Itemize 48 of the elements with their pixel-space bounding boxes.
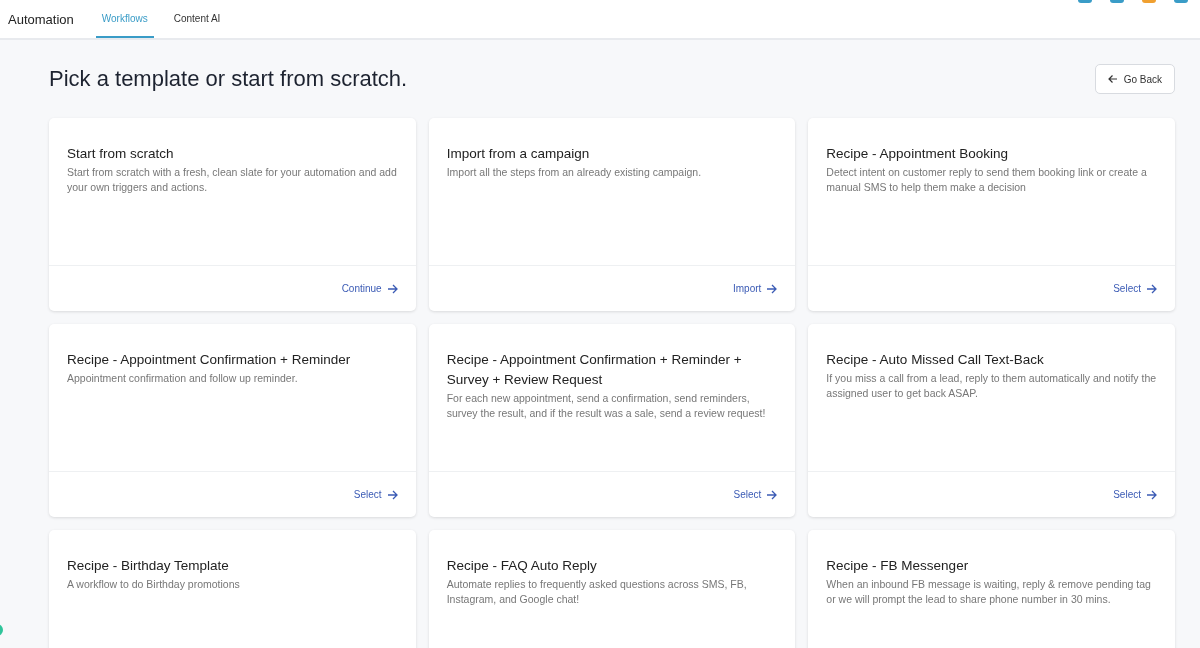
template-title: Recipe - Appointment Confirmation + Reminder + Survey + Review Request	[446, 351, 743, 389]
template-action-link[interactable]: Select	[353, 489, 398, 500]
template-description: Appointment confirmation and follow up reminder.	[67, 371, 299, 386]
template-description: A workflow to do Birthday promotions	[67, 577, 241, 592]
template-description: For each new appointment, send a confirmation, send reminders, survey the result, and if the result was a sale, send a review request!	[446, 391, 767, 421]
arrow-right-icon	[1146, 283, 1157, 294]
template-title: Recipe - Auto Missed Call Text-Back	[826, 351, 1045, 369]
template-card[interactable]: Import from a campaign Import all the steps from an already existing campaign. Import	[428, 118, 796, 311]
arrow-right-icon	[766, 489, 778, 500]
template-card[interactable]: Recipe - Auto Missed Call Text-Back If you miss a call from a lead, reply to them automatically and notify the assigned user to get back ASAP. Select	[808, 324, 1175, 517]
template-card[interactable]: Recipe - FB Messenger When an inbound FB message is waiting, reply & remove pending tag or we will prompt the lead to share phone number in 30 mins.	[808, 530, 1175, 648]
arrow-right-icon	[386, 283, 398, 294]
nav-tab[interactable]: Content AI	[167, 0, 227, 38]
avatar-icon[interactable]	[1142, 0, 1156, 3]
template-action-link[interactable]: Continue	[341, 283, 398, 294]
avatar-icon[interactable]	[1174, 0, 1188, 3]
template-description: Start from scratch with a fresh, clean slate for your automation and add your own triggers and actions.	[67, 165, 398, 195]
template-title: Import from a campaign	[446, 145, 591, 163]
template-card[interactable]: Recipe - Appointment Confirmation + Reminder Appointment confirmation and follow up reminder. Select	[49, 324, 416, 517]
template-description: Automate replies to frequently asked questions across SMS, FB, Instagram, and Google chat!	[446, 577, 748, 607]
template-card[interactable]: Recipe - Appointment Booking Detect intent on customer reply to send them booking link or create a manual SMS to help them make a decision Select	[808, 118, 1175, 311]
template-action-link[interactable]: Select	[1113, 489, 1157, 500]
go-back-button[interactable]: Go Back	[1094, 64, 1175, 94]
template-title: Recipe - FB Messenger	[826, 557, 970, 575]
page-heading: Pick a template or start from scratch.	[49, 66, 408, 92]
arrow-right-icon	[1146, 489, 1157, 500]
template-card[interactable]: Recipe - Birthday Template A workflow to do Birthday promotions	[49, 530, 416, 648]
arrow-right-icon	[766, 283, 778, 294]
template-title: Recipe - Appointment Confirmation + Reminder	[67, 351, 352, 369]
template-description: When an inbound FB message is waiting, reply & remove pending tag or we will prompt the lead to share phone number in 30 mins.	[826, 577, 1152, 607]
arrow-right-icon	[386, 489, 398, 500]
template-action-link[interactable]: Import	[733, 283, 778, 294]
arrow-left-icon	[1107, 74, 1118, 84]
avatar-icon[interactable]	[1078, 0, 1092, 3]
template-title: Recipe - Appointment Booking	[826, 145, 1009, 163]
template-title: Recipe - FAQ Auto Reply	[446, 557, 598, 575]
avatar-icon[interactable]	[1110, 0, 1124, 3]
template-card[interactable]: Start from scratch Start from scratch with a fresh, clean slate for your automation and add your own triggers and actions. Continue	[49, 118, 416, 311]
template-action-link[interactable]: Select	[1113, 283, 1157, 294]
template-description: Import all the steps from an already existing campaign.	[446, 165, 703, 180]
app-title: Automation	[8, 11, 74, 27]
template-card[interactable]: Recipe - FAQ Auto Reply Automate replies to frequently asked questions across SMS, FB, Instagram, and Google chat!	[428, 530, 796, 648]
template-description: If you miss a call from a lead, reply to them automatically and notify the assigned user to get back ASAP.	[826, 371, 1157, 401]
template-card[interactable]	[428, 324, 796, 517]
template-title: Recipe - Birthday Template	[67, 557, 230, 575]
template-action-link[interactable]: Select	[733, 489, 778, 500]
template-title: Start from scratch	[67, 145, 175, 163]
template-description: Detect intent on customer reply to send them booking link or create a manual SMS to help them make a decision	[826, 165, 1148, 195]
